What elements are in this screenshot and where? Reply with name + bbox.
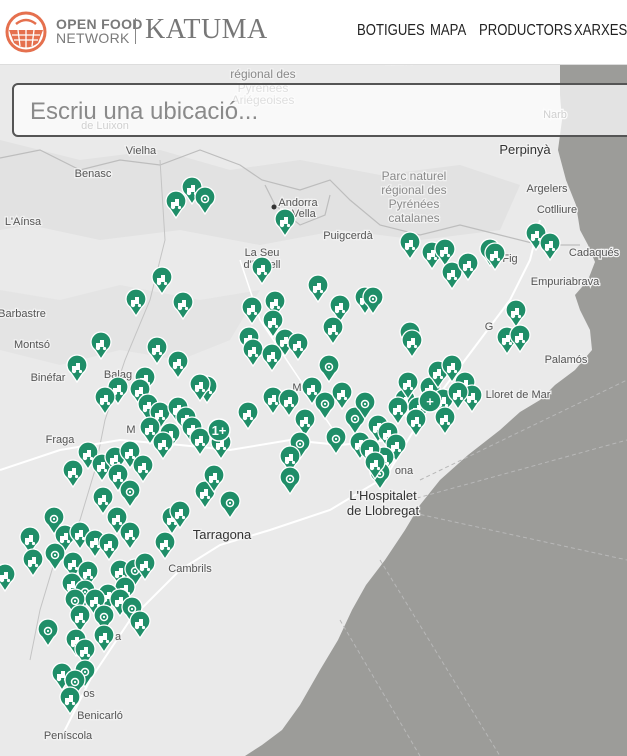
place-label: Peníscola	[44, 730, 93, 742]
place-label: Pyrénées	[389, 197, 440, 211]
place-label: Perpinyà	[499, 142, 551, 157]
cluster-count-label: 1+	[212, 423, 227, 438]
place-label: Fraga	[46, 434, 76, 446]
instance-name[interactable]: KATUMA	[145, 14, 268, 46]
open-food-network-logo-icon[interactable]	[4, 10, 48, 54]
place-label: L'Aínsa	[5, 216, 42, 228]
partial-place-label: a	[115, 631, 122, 643]
place-label: Benicarló	[77, 710, 123, 722]
nav-shops[interactable]: BOTIGUES	[357, 22, 425, 40]
partial-place-label: ona	[395, 465, 414, 477]
place-label: Cadaqués	[569, 247, 620, 259]
place-label: Lloret de Mar	[486, 389, 551, 401]
nav-map[interactable]: MAPA	[430, 22, 466, 40]
place-label: Palamós	[545, 354, 588, 366]
brand-line-1: OPEN FOOD	[56, 16, 143, 32]
place-label: régional des	[381, 183, 446, 197]
brand-line-2: NETWORK	[56, 30, 130, 46]
place-label: Cambrils	[168, 563, 212, 575]
partial-place-label: M	[126, 424, 135, 436]
brand-text[interactable]: OPEN FOOD NETWORK	[56, 17, 143, 45]
place-label: Puigcerdà	[323, 230, 373, 242]
place-label: catalanes	[388, 211, 439, 225]
partial-place-label: os	[83, 688, 95, 700]
marker-cluster-icon[interactable]: 1+	[207, 418, 231, 442]
capital-dot	[271, 204, 277, 210]
marker-cluster-icon[interactable]: +	[418, 389, 442, 413]
place-label: Limós	[385, 65, 415, 67]
place-label: Empuriabrava	[531, 276, 600, 288]
place-label: Benasc	[75, 168, 112, 180]
place-label: Vielha	[126, 145, 157, 157]
place-label: Binéfar	[31, 372, 66, 384]
location-search-input[interactable]	[28, 94, 612, 130]
place-label: de Llobregat	[347, 503, 420, 518]
place-label: régional des	[230, 67, 295, 81]
map-area[interactable]: Parc naturelrégional desPyrénéesAriégeoi…	[0, 65, 627, 756]
place-label: Tarragona	[193, 527, 252, 542]
place-label: Barbastre	[0, 308, 46, 320]
place-label: Parc naturel	[382, 169, 447, 183]
cluster-count-label: +	[426, 394, 434, 409]
place-label: Montsó	[14, 339, 50, 351]
nav-producers[interactable]: PRODUCTORS	[479, 22, 572, 40]
site-header: OPEN FOOD NETWORK KATUMA BOTIGUES MAPA P…	[0, 0, 627, 65]
place-label: L'Hospitalet	[349, 488, 417, 503]
location-search-box	[12, 83, 627, 137]
map-canvas[interactable]: Parc naturelrégional desPyrénéesAriégeoi…	[0, 65, 627, 756]
place-label: Argelers	[527, 183, 568, 195]
place-label: Cotlliure	[537, 204, 577, 216]
nav-networks[interactable]: XARXES/G	[574, 22, 627, 40]
brand-divider	[135, 18, 136, 44]
partial-place-label: G	[485, 321, 494, 333]
